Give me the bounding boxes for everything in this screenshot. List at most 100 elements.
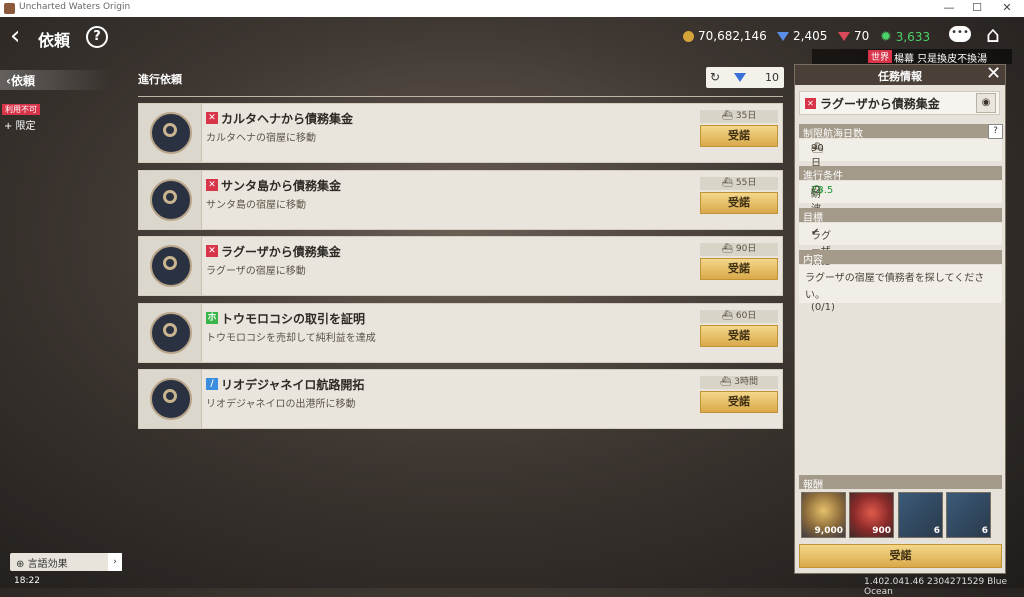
quest-list-title: 進行依頼 bbox=[138, 73, 182, 86]
accept-button[interactable]: 受諾 bbox=[799, 544, 1002, 568]
ship-wheel-icon bbox=[163, 256, 177, 270]
reward-book-icon[interactable]: 6 bbox=[946, 492, 991, 538]
red-gem-value: 70 bbox=[854, 29, 870, 43]
tab-quests[interactable]: ‹依頼 bbox=[6, 72, 35, 89]
quest-type-icon: ✕ bbox=[206, 178, 218, 191]
blue-gem-icon bbox=[777, 31, 789, 41]
reward-laurel-badge-icon[interactable]: 900 bbox=[849, 492, 894, 538]
home-icon[interactable]: ⌂ bbox=[986, 23, 1000, 48]
help-icon[interactable]: ? bbox=[86, 26, 108, 48]
chat-icon[interactable]: ••• bbox=[949, 26, 971, 42]
ship-wheel-icon bbox=[163, 189, 177, 204]
reward-count: 6 bbox=[981, 526, 988, 536]
conditions-header: 進行条件 bbox=[799, 166, 1002, 182]
quest-title: カルタヘナから債務集金 bbox=[221, 112, 354, 126]
reward-count: 9,000 bbox=[814, 526, 843, 536]
debt-quest-icon: ✕ bbox=[805, 98, 816, 109]
ship-wheel-icon: ✹ bbox=[880, 29, 892, 45]
limit-days-header: 制限航海日数 bbox=[799, 124, 1002, 140]
window-titlebar: Uncharted Waters Origin — ☐ ✕ bbox=[0, 0, 1024, 17]
quest-thumbnail bbox=[139, 370, 202, 428]
quest-subtitle: カルタヘナの宿屋に移動 bbox=[206, 133, 316, 144]
close-window-icon[interactable]: ✕ bbox=[1000, 1, 1014, 14]
limited-filter[interactable]: + 限定 bbox=[4, 117, 36, 132]
gold-counter: 70,682,146 bbox=[683, 29, 767, 43]
ship-icon: ⛴ bbox=[721, 244, 734, 254]
reward-count: 6 bbox=[933, 526, 940, 536]
content-text-line2: い。 bbox=[805, 290, 825, 301]
close-icon[interactable]: ✕ bbox=[986, 63, 1001, 84]
language-effect-button[interactable]: ⊕ 言語効果 › bbox=[10, 553, 122, 571]
accept-button[interactable]: 受諾 bbox=[700, 191, 778, 214]
reward-book-icon[interactable]: 6 bbox=[898, 492, 943, 538]
divider bbox=[138, 96, 783, 97]
rewards-header: 報酬 bbox=[799, 475, 1002, 491]
ship-icon: ⛴ bbox=[721, 310, 734, 321]
help-icon[interactable]: ? bbox=[988, 124, 1003, 139]
quest-row[interactable]: ✕ ラグーザから債務集金 ラグーザの宿屋に移動 ⛴ 90日 受諾 bbox=[138, 236, 783, 296]
panel-header: 任務情報 bbox=[795, 65, 1005, 85]
objective-header: 目標 bbox=[799, 208, 1002, 224]
content-text-line1: ラグーザの宿屋で債務者を探してくださ bbox=[805, 273, 985, 284]
ship-wheel-icon bbox=[163, 123, 177, 137]
accept-button[interactable]: 受諾 bbox=[700, 324, 778, 347]
window-title: Uncharted Waters Origin bbox=[19, 2, 131, 12]
tab-quests-label: 依頼 bbox=[10, 74, 35, 88]
unavailable-badge: 利用不可 bbox=[2, 104, 40, 115]
world-chat-message: 楊幕 只是換皮不換湯 bbox=[894, 54, 988, 65]
objective-body: ✔ ラグーザの宿屋に移動(0/1) bbox=[799, 223, 1002, 313]
app-icon bbox=[4, 3, 15, 14]
back-icon[interactable]: ‹ bbox=[10, 23, 20, 49]
detail-quest-title-box: ✕ ラグーザから債務集金 bbox=[799, 91, 1000, 115]
blue-gem-icon bbox=[734, 73, 746, 82]
blue-gem-counter: 2,405 bbox=[777, 29, 827, 43]
version-info: 1.402.041.46 2304271529 Blue Ocean bbox=[864, 577, 1008, 597]
green-point-value: 3,633 bbox=[895, 30, 931, 44]
quest-subtitle: トウモロコシを売却して純利益を達成 bbox=[206, 332, 376, 344]
quest-subtitle: サンタ島の宿屋に移動 bbox=[206, 199, 306, 211]
accept-button[interactable]: 受諾 bbox=[700, 125, 778, 147]
map-pin-icon[interactable]: ◉ bbox=[976, 93, 996, 113]
red-gem-counter: 70 bbox=[838, 29, 869, 43]
quest-type-icon: ✕ bbox=[206, 112, 218, 124]
quest-row[interactable]: ✕ サンタ島から債務集金サンタ島の宿屋に移動 ⛴ 55日 受諾 bbox=[138, 169, 783, 230]
quest-subtitle: ラグーザの宿屋に移動 bbox=[206, 266, 306, 277]
maximize-icon[interactable]: ☐ bbox=[970, 1, 984, 14]
reward-count: 900 bbox=[872, 526, 891, 536]
panel-header-title: 任務情報 bbox=[878, 70, 922, 83]
language-effect-label: ⊕ 言語効果 bbox=[16, 559, 68, 570]
world-chat-tag: 世界 bbox=[868, 50, 893, 63]
limit-days-body: ⛴ 90日 bbox=[799, 139, 1002, 169]
accept-button[interactable]: 受諾 bbox=[700, 258, 778, 280]
accept-button[interactable]: 受諾 bbox=[700, 391, 778, 413]
content-header: 内容 bbox=[799, 250, 1002, 266]
red-gem-icon bbox=[838, 31, 850, 41]
gold-coin-icon bbox=[683, 30, 694, 42]
quest-duration: ⛴ 60日 bbox=[700, 309, 778, 323]
refresh-cost: 10 bbox=[765, 71, 779, 84]
quest-title: ラグーザから債務集金 bbox=[221, 245, 341, 259]
quest-title: リオデジャネイロ航路開拓 bbox=[221, 378, 365, 392]
chevron-right-icon: › bbox=[108, 553, 122, 571]
ship-icon: ⛴ bbox=[721, 177, 734, 188]
refresh-icon: ↻ bbox=[710, 70, 721, 84]
quest-duration: ⛴ 35日 bbox=[700, 110, 778, 123]
quest-duration: ⛴ 55日 bbox=[700, 176, 778, 190]
refresh-button[interactable]: ↻ 10 bbox=[706, 67, 784, 88]
clock: 18:22 bbox=[14, 576, 40, 586]
reward-medal-icon[interactable]: 9,000 bbox=[801, 492, 846, 538]
quest-thumbnail bbox=[139, 303, 202, 362]
quest-row[interactable]: ホトウモロコシの取引を証明 トウモロコシを売却して純利益を達成 ⛴ 60日 受諾 bbox=[138, 302, 783, 363]
quest-duration: ⛴ 3時間 bbox=[700, 376, 778, 389]
world-chat-bar[interactable]: 世界 楊幕 只是換皮不換湯 bbox=[812, 49, 1012, 65]
quest-row[interactable]: ✕ カルタヘナから債務集金カルタヘナの宿屋に移動 ⛴ 35日受諾 bbox=[138, 103, 783, 163]
quest-title: サンタ島から債務集金 bbox=[221, 178, 342, 193]
blue-gem-value: 2,405 bbox=[793, 29, 828, 43]
detail-quest-title: ラグーザから債務集金 bbox=[820, 97, 940, 111]
quest-duration: ⛴ 90日 bbox=[700, 243, 778, 256]
minimize-icon[interactable]: — bbox=[942, 1, 956, 14]
ship-wheel-icon bbox=[163, 389, 177, 403]
quest-thumbnail bbox=[139, 104, 202, 162]
quest-row[interactable]: / リオデジャネイロ航路開拓 リオデジャネイロの出港所に移動 ⛴ 3時間 受諾 bbox=[138, 369, 783, 429]
quest-thumbnail bbox=[139, 237, 202, 295]
